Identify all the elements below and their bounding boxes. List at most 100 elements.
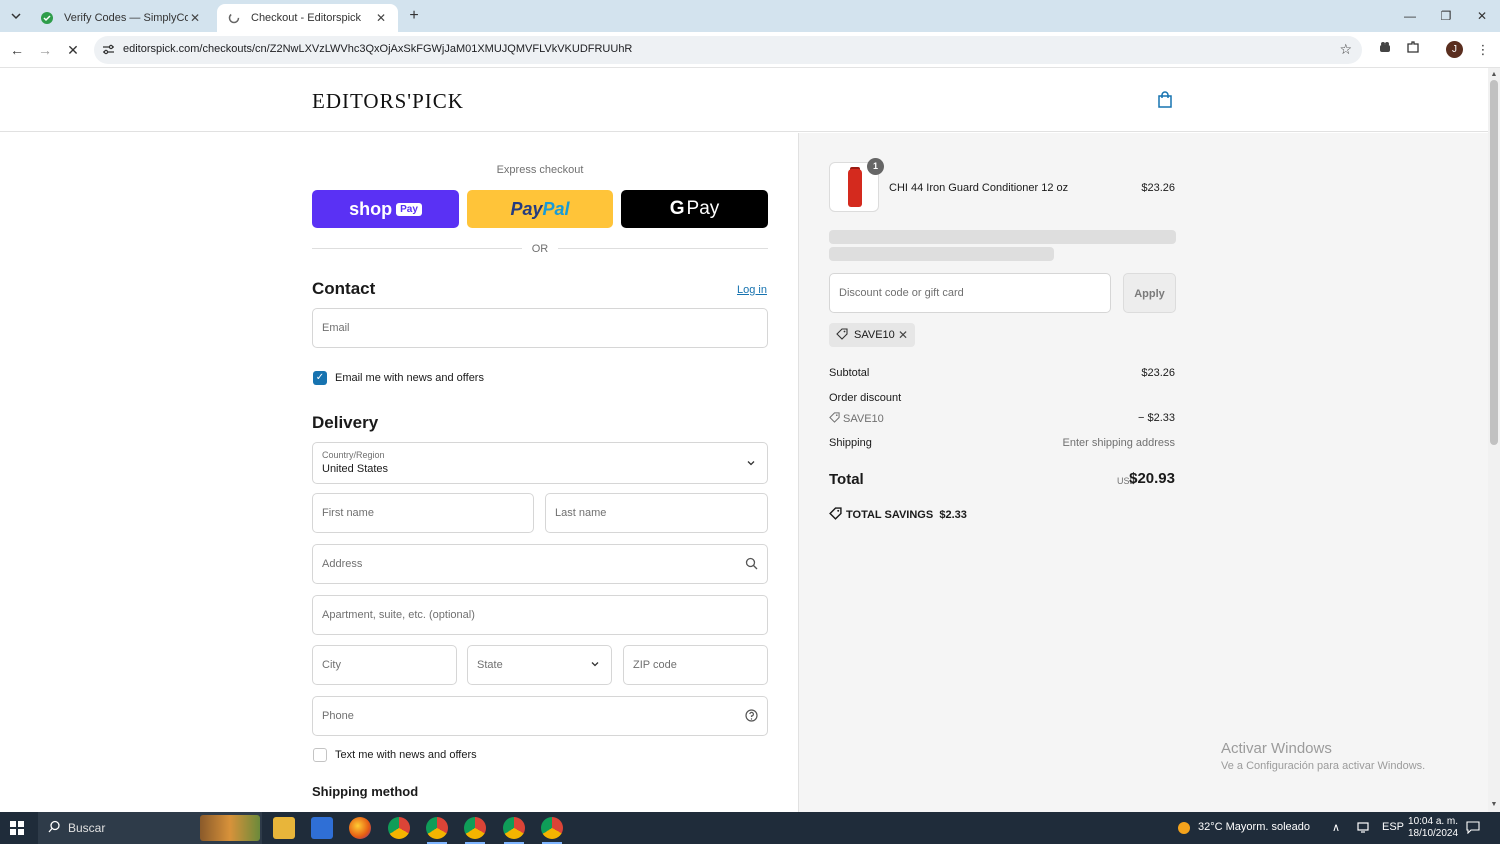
shopping-bag-icon[interactable] [1157, 91, 1173, 109]
tag-icon [829, 412, 840, 423]
windows-start-icon[interactable] [10, 821, 24, 835]
discount-placeholder: Discount code or gift card [839, 287, 964, 299]
address-bar[interactable]: editorspick.com/checkouts/cn/Z2NwLXVzLWV… [94, 36, 1362, 64]
taskbar-search[interactable]: Buscar [38, 812, 262, 844]
shop-pay-button[interactable]: shop Pay [312, 190, 459, 228]
bookmark-star-icon[interactable]: ☆ [1339, 41, 1352, 58]
apartment-field[interactable]: Apartment, suite, etc. (optional) [312, 595, 768, 635]
chrome-icon[interactable] [388, 817, 410, 839]
state-select[interactable]: State [467, 645, 612, 685]
product-price: $23.26 [1141, 182, 1175, 194]
scroll-down-arrow[interactable]: ▼ [1488, 800, 1500, 810]
shipping-method-heading: Shipping method [312, 784, 419, 799]
browser-menu-icon[interactable]: ⋮ [1473, 40, 1493, 60]
applied-discount-chip: SAVE10 ✕ [829, 323, 915, 347]
stop-loading-button[interactable]: ✕ [63, 40, 83, 60]
remove-discount-icon[interactable]: ✕ [898, 328, 908, 342]
paypal-wordmark-b: Pal [542, 198, 570, 219]
back-button[interactable]: ← [7, 40, 27, 60]
total-value: $20.93 [1129, 470, 1175, 487]
help-circle-icon[interactable] [744, 709, 758, 723]
total-savings-value: $2.33 [939, 509, 967, 521]
browser-toolbar: ← → ✕ editorspick.com/checkouts/cn/Z2NwL… [0, 32, 1500, 68]
restore-button[interactable]: ❐ [1428, 4, 1464, 28]
extension-icon[interactable] [1375, 40, 1395, 60]
microsoft-store-icon[interactable] [311, 817, 333, 839]
tab-strip: Verify Codes — SimplyCodes ✕ Checkout - … [0, 0, 1500, 32]
extensions-puzzle-icon[interactable] [1403, 40, 1423, 60]
search-icon [48, 820, 61, 836]
close-window-button[interactable]: ✕ [1464, 4, 1500, 28]
close-tab-icon[interactable]: ✕ [188, 11, 202, 25]
google-pay-button[interactable]: G Pay [621, 190, 768, 228]
loading-skeleton [829, 247, 1054, 261]
clock-date: 18/10/2024 [1408, 828, 1459, 839]
chevron-down-icon [588, 658, 602, 672]
total-savings: TOTAL SAVINGS $2.33 [829, 507, 967, 521]
chevron-down-icon [11, 13, 21, 20]
watermark-line1: Activar Windows [1221, 740, 1332, 757]
weather-icon[interactable] [1176, 820, 1192, 839]
country-value: United States [322, 463, 389, 475]
network-icon[interactable] [1356, 821, 1370, 836]
page-scrollbar[interactable]: ▲ ▼ [1488, 68, 1500, 812]
order-discount-label: Order discount [829, 392, 902, 404]
order-discount-value: − $2.33 [1137, 412, 1175, 424]
first-name-placeholder: First name [322, 507, 374, 519]
scrollbar-thumb[interactable] [1490, 80, 1498, 445]
total-savings-label: TOTAL SAVINGS [846, 509, 934, 521]
firefox-icon[interactable] [349, 817, 371, 839]
system-clock[interactable]: 10:04 a. m. 18/10/2024 [1408, 816, 1458, 840]
product-name: CHI 44 Iron Guard Conditioner 12 oz [889, 182, 1069, 194]
url-text: editorspick.com/checkouts/cn/Z2NwLXVzLWV… [123, 43, 633, 55]
notifications-icon[interactable] [1466, 821, 1480, 837]
quantity-badge: 1 [867, 158, 884, 175]
zip-field[interactable]: ZIP code [623, 645, 768, 685]
profile-avatar[interactable]: J [1446, 41, 1463, 58]
clock-time: 10:04 a. m. [1408, 816, 1459, 827]
windows-taskbar: Buscar 32°C Mayorm. soleado ∧ ESP 10:04 … [0, 812, 1500, 844]
first-name-field[interactable]: First name [312, 493, 534, 533]
loading-favicon-icon [227, 11, 241, 25]
chrome-profile-icon[interactable] [426, 817, 448, 839]
applied-discount-code: SAVE10 [854, 329, 895, 341]
chrome-profile-icon[interactable] [464, 817, 486, 839]
email-placeholder: Email [322, 322, 350, 334]
tab-verify-codes[interactable]: Verify Codes — SimplyCodes ✕ [30, 4, 212, 32]
product-image-bottle [848, 169, 862, 207]
paypal-wordmark-a: Pay [510, 198, 543, 219]
country-select[interactable]: Country/Region United States [312, 442, 768, 484]
file-explorer-icon[interactable] [273, 817, 295, 839]
total-label: Total [829, 471, 864, 488]
city-field[interactable]: City [312, 645, 457, 685]
phone-field[interactable]: Phone [312, 696, 768, 736]
tab-checkout[interactable]: Checkout - Editorspick ✕ [217, 4, 398, 32]
chrome-profile-icon[interactable] [541, 817, 563, 839]
language-indicator[interactable]: ESP [1382, 821, 1404, 833]
site-settings-icon[interactable] [102, 43, 116, 57]
search-highlight-image [200, 815, 260, 841]
chrome-active-icon[interactable] [503, 817, 525, 839]
weather-text[interactable]: 32°C Mayorm. soleado [1198, 821, 1310, 833]
email-field[interactable]: Email [312, 308, 768, 348]
address-field[interactable]: Address [312, 544, 768, 584]
google-pay-wordmark: Pay [686, 198, 720, 219]
last-name-field[interactable]: Last name [545, 493, 768, 533]
forward-button[interactable]: → [35, 40, 55, 60]
city-placeholder: City [322, 659, 341, 671]
new-tab-button[interactable]: + [404, 6, 424, 26]
tab-title: Verify Codes — SimplyCodes [64, 12, 188, 24]
discount-code-input[interactable]: Discount code or gift card [829, 273, 1111, 313]
tab-search-button[interactable] [6, 6, 26, 26]
paypal-button[interactable]: Pay Pal [467, 190, 613, 228]
zip-placeholder: ZIP code [633, 659, 677, 671]
log-in-link[interactable]: Log in [737, 284, 767, 296]
close-tab-icon[interactable]: ✕ [374, 11, 388, 25]
store-logo[interactable]: EDITORS'PICK [312, 89, 464, 114]
sms-news-checkbox[interactable] [313, 748, 327, 762]
email-news-checkbox[interactable]: ✓ [313, 371, 327, 385]
minimize-button[interactable]: — [1392, 4, 1428, 28]
scroll-up-arrow[interactable]: ▲ [1488, 70, 1500, 80]
apply-discount-button[interactable]: Apply [1123, 273, 1176, 313]
tray-chevron-up-icon[interactable]: ∧ [1332, 821, 1340, 834]
